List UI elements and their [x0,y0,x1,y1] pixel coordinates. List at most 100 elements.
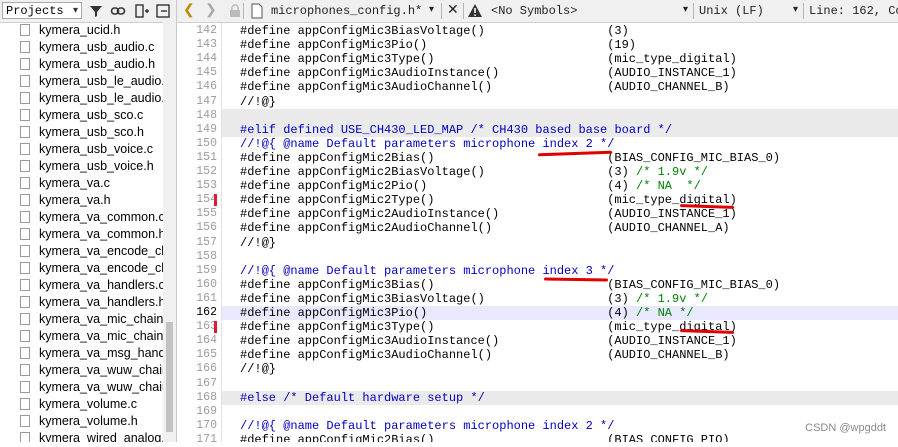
file-icon [20,330,30,342]
line-number: 168 [196,390,217,404]
code-line[interactable]: #elif defined USE_CH430_LED_MAP /* CH430… [222,122,898,137]
code-line[interactable]: #define appConfigMic3AudioInstance() (AUD… [222,66,898,80]
file-icon [20,143,30,155]
code-text: #define appConfigMic2Type() [240,193,435,208]
code-line[interactable]: #define appConfigMic3Pio() (4) /* NA */ [222,306,898,320]
code-text: //!@} [240,94,277,109]
code-value: (3) [607,24,629,38]
file-item[interactable]: kymera_usb_sco.c [20,107,170,124]
code-line[interactable]: //!@{ @name Default parameters microphon… [222,419,898,433]
project-selector[interactable]: Projects ▾ [2,2,82,19]
symbols-dropdown-icon[interactable]: ▾ [683,3,688,19]
line-number: 149 [196,122,217,136]
code-line[interactable]: #define appConfigMic3Type() (mic_type_dig… [222,52,898,66]
file-dropdown-icon[interactable]: ▾ [429,3,434,19]
line-number: 169 [196,404,217,418]
code-editor[interactable]: #define appConfigMic3BiasVoltage() (3) #de… [222,23,898,442]
code-line[interactable]: #define appConfigMic3AudioChannel() (AUDI… [222,80,898,94]
file-icon [20,347,30,359]
file-item[interactable]: kymera_usb_audio.c [20,39,170,56]
line-number: 156 [196,221,217,235]
file-item[interactable]: kymera_volume.c [20,396,170,413]
filter-icon[interactable] [88,3,104,19]
file-icon [20,24,30,36]
file-name[interactable]: microphones_config.h* [271,3,422,19]
code-line[interactable]: #define appConfigMic3AudioInstance() (AUD… [222,334,898,348]
file-item[interactable]: kymera_va_encode_cha [20,243,170,260]
file-item[interactable]: kymera_usb_le_audio.c [20,73,170,90]
code-value: (BIAS_CONFIG_MIC_BIAS_0) [607,150,781,165]
file-item[interactable]: kymera_va.c [20,175,170,192]
forward-arrow-icon[interactable]: ❯ [205,3,217,19]
code-line[interactable]: #define appConfigMic3Type() (mic_type_dig… [222,320,898,334]
line-number: 153 [196,179,217,193]
file-name-label: kymera_va.h [39,193,111,207]
code-line[interactable]: #define appConfigMic2Type() (mic_type_dig… [222,193,898,207]
file-item[interactable]: kymera_usb_le_audio.h [20,90,170,107]
file-item[interactable]: kymera_va_encode_cha [20,260,170,277]
code-value: (AUDIO_CHANNEL_B) [607,80,730,95]
lock-icon[interactable] [227,3,243,19]
file-item[interactable]: kymera_usb_sco.h [20,124,170,141]
file-item[interactable]: kymera_usb_audio.h [20,56,170,73]
file-name-label: kymera_va_wuw_chain. [39,363,170,377]
file-item[interactable]: kymera_va_common.c [20,209,170,226]
link-icon[interactable] [110,3,126,19]
file-item[interactable]: kymera_ucid.h [20,22,170,39]
file-name-label: kymera_va_encode_cha [39,244,170,258]
file-item[interactable]: kymera_usb_voice.h [20,158,170,175]
close-icon[interactable]: ✕ [447,3,459,19]
symbols-selector[interactable]: <No Symbols> [491,3,577,19]
file-item[interactable]: kymera_va_handlers.c [20,277,170,294]
line-number: 147 [196,94,217,108]
code-line[interactable]: //!@} [222,236,898,250]
file-item[interactable]: kymera_va_mic_chain.c [20,311,170,328]
code-text: #define appConfigMic3AudioInstance() [240,66,500,81]
file-item[interactable]: kymera_va_handlers.h [20,294,170,311]
file-item[interactable]: kymera_usb_voice.c [20,141,170,158]
code-line[interactable]: #define appConfigMic2AudioInstance() (AUD… [222,207,898,221]
file-item[interactable]: kymera_va.h [20,192,170,209]
code-line[interactable]: #else /* Default hardware setup */ [222,390,898,405]
collapse-panel-icon[interactable] [155,3,171,19]
file-name-label: kymera_usb_le_audio.h [39,91,170,105]
eol-selector[interactable]: Unix (LF) [699,3,764,19]
code-line[interactable]: //!@} [222,362,898,376]
file-icon [20,75,30,87]
file-item[interactable]: kymera_va_mic_chain.h [20,328,170,345]
back-arrow-icon[interactable]: ❮ [183,3,195,19]
project-scrollbar[interactable] [163,22,176,442]
eol-dropdown-icon[interactable]: ▾ [793,3,798,19]
code-text: #define appConfigMic3AudioInstance() [240,334,500,349]
code-line[interactable]: #define appConfigMic2AudioChannel() (AUDI… [222,221,898,235]
file-item[interactable]: kymera_wired_analog.c [20,430,170,442]
code-line[interactable]: #define appConfigMic3Pio() (19) [222,38,898,52]
scrollbar-thumb[interactable] [166,322,173,432]
file-icon [20,313,30,325]
file-name-label: kymera_volume.h [39,414,138,428]
file-icon [20,92,30,104]
code-line[interactable]: //!@} [222,95,898,109]
code-line[interactable] [222,108,898,123]
file-item[interactable]: kymera_volume.h [20,413,170,430]
file-icon [20,245,30,257]
code-line[interactable]: #define appConfigMic3AudioChannel() (AUDI… [222,348,898,362]
file-item[interactable]: kymera_va_common.h [20,226,170,243]
code-line[interactable] [222,405,898,419]
code-line[interactable]: #define appConfigMic3BiasVoltage() (3) /* … [222,292,898,306]
code-line[interactable] [222,377,898,391]
code-line[interactable]: #define appConfigMic2Pio() (4) /* NA */ [222,179,898,193]
add-panel-icon[interactable] [134,3,150,19]
line-number: 167 [196,376,217,390]
file-item[interactable]: kymera_va_msg_handle [20,345,170,362]
file-item[interactable]: kymera_va_wuw_chain. [20,379,170,396]
code-line[interactable]: #define appConfigMic2BiasVoltage() (3) /* … [222,165,898,179]
file-name-label: kymera_usb_voice.c [39,142,153,156]
code-line[interactable]: //!@{ @name Default parameters microphon… [222,137,898,151]
code-line[interactable]: //!@{ @name Default parameters microphon… [222,264,898,278]
code-text: #elif defined USE_CH430_LED_MAP /* CH430… [240,122,673,137]
code-line[interactable]: #define appConfigMic2Bias() (BIAS_CONFIG_… [222,433,898,442]
file-item[interactable]: kymera_va_wuw_chain. [20,362,170,379]
code-line[interactable]: #define appConfigMic3BiasVoltage() (3) [222,24,898,38]
code-line[interactable] [222,250,898,264]
